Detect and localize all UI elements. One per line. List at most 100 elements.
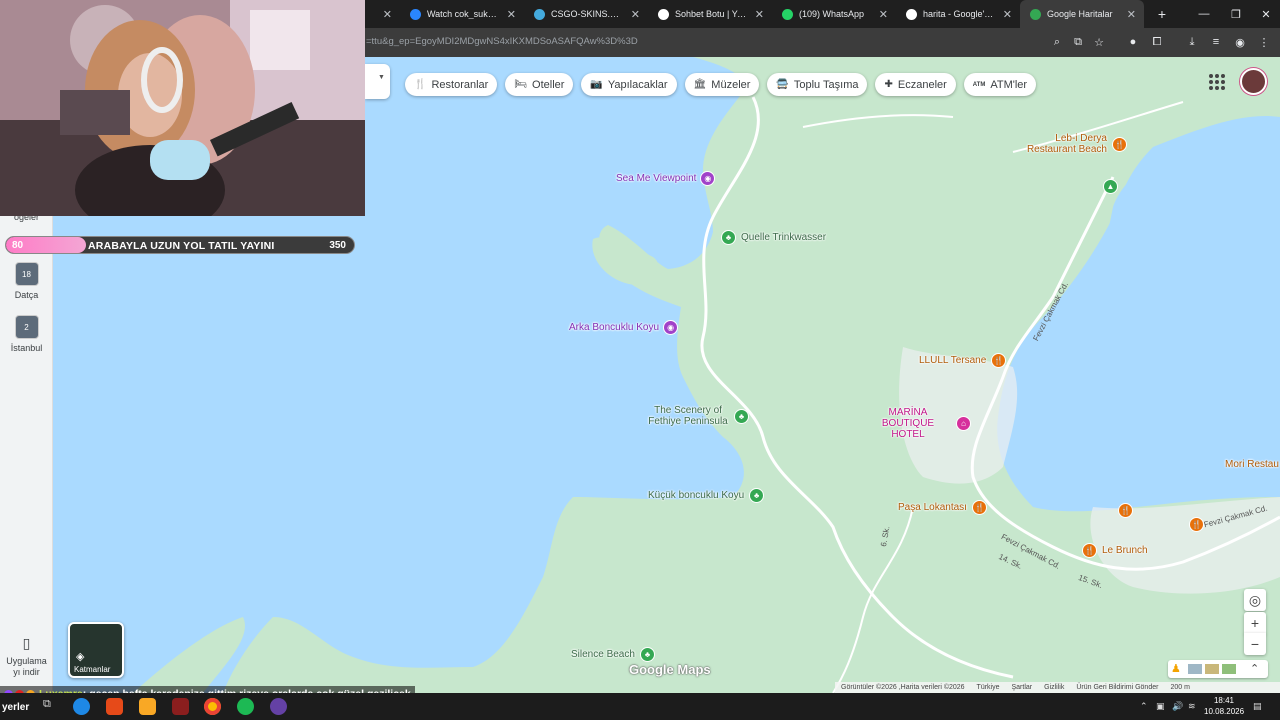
tab-close-icon[interactable]: ✕ — [383, 8, 392, 21]
layers-button[interactable]: ◈ Katmanlar — [68, 622, 124, 678]
bot-icon — [658, 8, 669, 20]
restaurant-marker[interactable]: 🍴 — [1118, 503, 1133, 518]
my-location-button[interactable]: ◎ — [1244, 589, 1266, 611]
map-footer: Görüntüler ©2026 ,Harita verileri ©2026 T… — [835, 682, 1280, 693]
tab-1[interactable]: Watch cok_sukur | St ✕ — [400, 0, 524, 28]
minimize-icon[interactable]: — — [1188, 0, 1220, 28]
tab-3[interactable]: Sohbet Botu | Yayının ✕ — [648, 0, 772, 28]
install-app-icon[interactable]: ⧉ — [1070, 34, 1086, 50]
poi-silence-beach[interactable]: Silence Beach ♣ — [571, 647, 655, 662]
restaurant-marker[interactable]: 🍴 — [1189, 517, 1204, 532]
tab-5[interactable]: harita - Google'da Ar ✕ — [896, 0, 1020, 28]
edge-icon[interactable] — [73, 698, 90, 715]
whatsapp-icon — [782, 8, 793, 20]
menu-kebab-icon[interactable]: ⋮ — [1256, 34, 1272, 50]
tab-close-icon[interactable]: ✕ — [755, 8, 764, 21]
category-chip-3[interactable]: 🏛 Müzeler — [684, 73, 760, 96]
zoom-out-button[interactable]: − — [1244, 633, 1266, 655]
poi-mori-restau[interactable]: Mori Restau — [1225, 459, 1279, 470]
extensions-icon[interactable]: ⧠ — [1149, 34, 1165, 50]
app-icon[interactable] — [106, 698, 123, 715]
app-icon[interactable] — [172, 698, 189, 715]
category-chip-2[interactable]: 📷 Yapılacaklar — [581, 73, 677, 96]
tray-app-icon[interactable]: ▣ — [1156, 701, 1165, 712]
chrome-icon[interactable] — [204, 698, 221, 715]
pharmacy-icon: ✚ — [884, 79, 893, 90]
restore-icon[interactable]: ❐ — [1220, 0, 1252, 28]
restaurant-pin-icon: 🍴 — [1082, 543, 1097, 558]
category-chip-0[interactable]: 🍴 Restoranlar — [405, 73, 498, 96]
file-explorer-icon[interactable] — [139, 698, 156, 715]
poi-pasa-lokantasi[interactable]: Paşa Lokantası 🍴 — [898, 500, 987, 515]
poi-leb-i-derya[interactable]: Leb-i Derya Restaurant Beach 🍴 — [1025, 133, 1127, 155]
media-control-icon[interactable]: ≡ — [1208, 34, 1224, 50]
account-avatar[interactable] — [1240, 68, 1267, 95]
poi-scenery-fethiye[interactable]: The Scenery of Fethiye Peninsula ♣ — [647, 405, 749, 427]
tab-close-icon[interactable]: ✕ — [631, 8, 640, 21]
poi-marina-boutique-hotel[interactable]: MARİNA BOUTIQUE HOTEL ⌂ — [865, 407, 971, 440]
footer-item[interactable]: Türkiye — [977, 684, 1000, 691]
sidebar-item-istanbul[interactable]: 2 İstanbul — [0, 315, 53, 353]
tray-chevron-icon[interactable]: ⌃ — [1140, 701, 1148, 712]
poi-quelle-trinkwasser[interactable]: ♣ Quelle Trinkwasser — [721, 230, 826, 245]
task-view-icon[interactable]: ⧉ — [43, 698, 60, 715]
footer-item[interactable]: Gizlilik — [1044, 684, 1064, 691]
download-app-button[interactable]: ▯ Uygulama yı indir — [0, 635, 53, 678]
poi-llull-tersane[interactable]: LLULL Tersane 🍴 — [919, 353, 1007, 368]
tab-0[interactable]: ✕ — [364, 0, 400, 28]
tab-4[interactable]: (109) WhatsApp ✕ — [772, 0, 896, 28]
map-thumb-icon[interactable] — [1188, 664, 1202, 674]
park-marker[interactable]: ▲ — [1103, 179, 1118, 194]
search-box-edge[interactable]: ▼ — [365, 64, 390, 99]
extension-hand-icon[interactable]: ● — [1125, 34, 1141, 50]
footer-item[interactable]: Şartlar — [1012, 684, 1033, 691]
poi-arka-boncuklu-koyu[interactable]: Arka Boncuklu Koyu ◉ — [569, 320, 679, 335]
footer-item[interactable]: Ürün Geri Bildirimi Gönder — [1076, 684, 1158, 691]
hotel-pin-icon: ⌂ — [956, 416, 971, 431]
spotify-icon[interactable] — [237, 698, 254, 715]
category-chip-6[interactable]: ATM ATM'ler — [963, 73, 1037, 96]
expand-icon[interactable]: ⌃ — [1250, 662, 1259, 675]
profile-icon[interactable]: ◉ — [1232, 34, 1248, 50]
sidebar-item-datca[interactable]: 18 Datça — [0, 262, 53, 300]
goal-start-value: 80 — [12, 240, 24, 251]
tab-6[interactable]: Google Haritalar ✕ — [1020, 0, 1144, 28]
tab-close-icon[interactable]: ✕ — [507, 8, 516, 21]
camera-pin-icon: ◉ — [663, 320, 679, 335]
tab-close-icon[interactable]: ✕ — [879, 8, 888, 21]
poi-le-brunch[interactable]: 🍴 Le Brunch — [1082, 543, 1148, 558]
taskbar-clock[interactable]: 18:41 10.08.2026 — [1204, 695, 1244, 717]
map-thumb-icon[interactable] — [1205, 664, 1219, 674]
poi-sea-me-viewpoint[interactable]: Sea Me Viewpoint ◉ — [616, 171, 716, 186]
network-icon[interactable]: ≋ — [1188, 701, 1196, 712]
notifications-icon[interactable]: ▤ — [1253, 701, 1262, 712]
chevron-down-icon[interactable]: ▼ — [378, 74, 385, 81]
category-label: Müzeler — [711, 78, 751, 91]
restaurant-pin-icon: 🍴 — [991, 353, 1007, 368]
tab-label: CSGO-SKINS.COM - — [551, 9, 625, 19]
obs-icon[interactable] — [270, 698, 287, 715]
volume-icon[interactable]: 🔊 — [1172, 701, 1183, 712]
category-chip-1[interactable]: 🛏 Oteller — [505, 73, 574, 96]
pegman-icon[interactable]: ♟ — [1171, 662, 1181, 675]
zoom-in-button[interactable]: + — [1244, 612, 1266, 634]
map-thumb-icon[interactable] — [1222, 664, 1236, 674]
google-apps-icon[interactable] — [1209, 74, 1225, 90]
category-chip-5[interactable]: ✚ Eczaneler — [875, 73, 956, 96]
poi-kucuk-boncuklu-koyu[interactable]: Küçük boncuklu Koyu ♣ — [648, 488, 765, 503]
category-label: Eczaneler — [897, 78, 947, 91]
bookmark-star-icon[interactable]: ☆ — [1091, 34, 1107, 50]
category-chip-4[interactable]: 🚍 Toplu Taşıma — [767, 73, 868, 96]
tab-close-icon[interactable]: ✕ — [1127, 8, 1136, 21]
new-tab-button[interactable]: + — [1152, 0, 1172, 28]
tab-close-icon[interactable]: ✕ — [1003, 8, 1012, 21]
webcam-overlay — [0, 0, 365, 216]
tab-2[interactable]: CSGO-SKINS.COM - ✕ — [524, 0, 648, 28]
footer-item[interactable]: 200 m — [1170, 684, 1189, 691]
chat-overflow-text: yerler — [2, 702, 30, 713]
url-text[interactable]: =ttu&g_ep=EgoyMDI2MDgwNS4xIKXMDSoASAFQAw… — [366, 36, 638, 47]
download-icon[interactable]: ⤓ — [1184, 34, 1200, 50]
category-label: Yapılacaklar — [607, 78, 668, 91]
close-window-icon[interactable]: ✕ — [1250, 0, 1280, 28]
zoom-icon[interactable]: ⌕ — [1049, 34, 1065, 50]
